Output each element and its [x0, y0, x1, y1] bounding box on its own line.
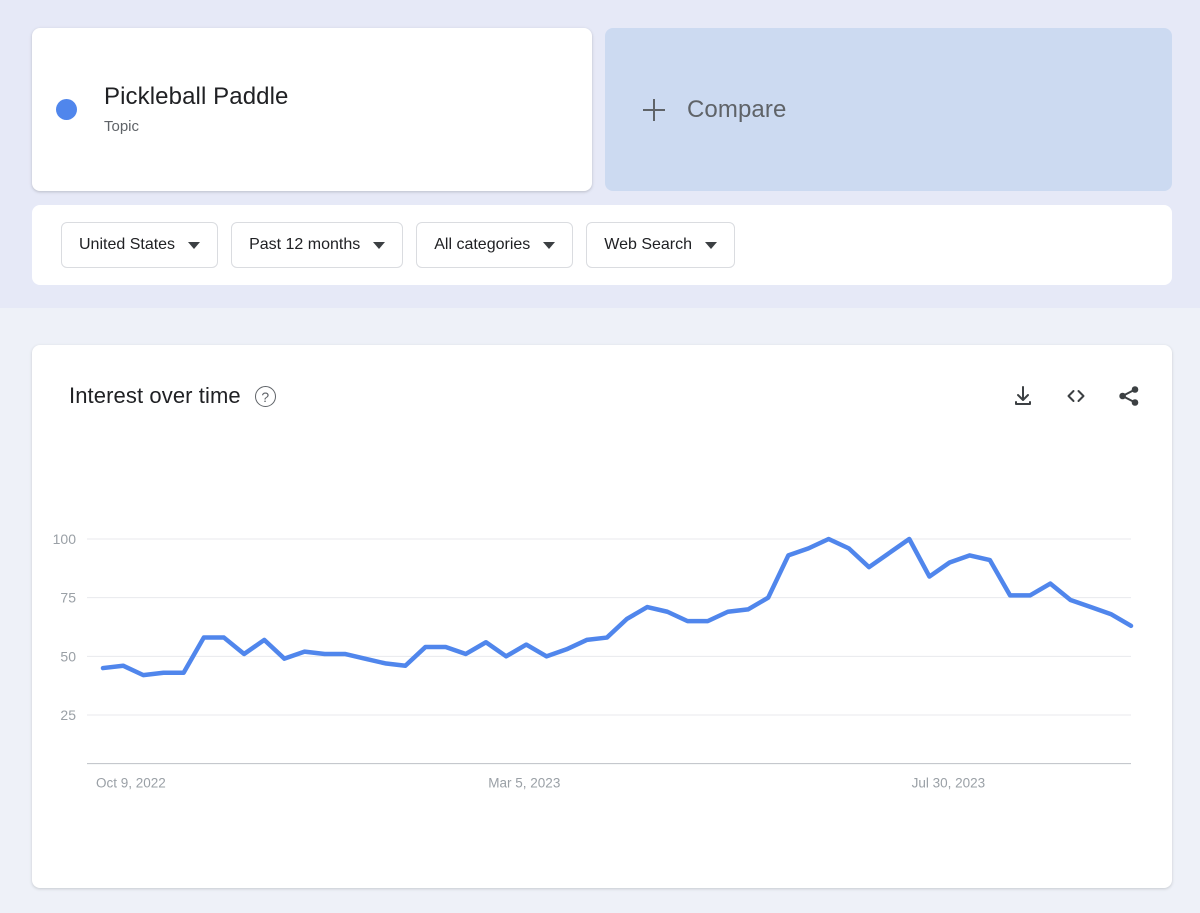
filter-search-type[interactable]: Web Search: [586, 222, 735, 268]
compare-label: Compare: [687, 96, 786, 124]
filter-time-range-label: Past 12 months: [249, 236, 360, 254]
compare-button[interactable]: Compare: [605, 28, 1172, 191]
interest-over-time-card: Interest over time ?: [32, 345, 1172, 888]
y-axis-tick-label: 25: [60, 707, 76, 723]
filter-category[interactable]: All categories: [416, 222, 573, 268]
chevron-down-icon: [705, 242, 717, 249]
x-axis-tick-label: Oct 9, 2022: [96, 776, 166, 791]
chevron-down-icon: [543, 242, 555, 249]
y-axis-tick-label: 50: [60, 648, 76, 664]
search-term-subtitle: Topic: [104, 116, 288, 138]
filter-time-range[interactable]: Past 12 months: [231, 222, 403, 268]
search-terms-row: Pickleball Paddle Topic Compare: [32, 28, 1172, 191]
filter-category-label: All categories: [434, 236, 530, 254]
series-dot: [56, 99, 77, 120]
filter-location[interactable]: United States: [61, 222, 218, 268]
y-axis-tick-label: 100: [53, 531, 77, 547]
y-axis-tick-label: 75: [60, 590, 76, 606]
plus-icon: [643, 99, 665, 121]
search-term-title: Pickleball Paddle: [104, 82, 288, 112]
series-line: [103, 539, 1131, 675]
search-term-text: Pickleball Paddle Topic: [104, 82, 288, 138]
chevron-down-icon: [188, 242, 200, 249]
filter-location-label: United States: [79, 236, 175, 254]
chevron-down-icon: [373, 242, 385, 249]
interest-over-time-chart[interactable]: 25 50 75 100 Oct 9, 2022 Mar 5, 2023 Jul 30, 2…: [32, 345, 1172, 888]
search-term-card[interactable]: Pickleball Paddle Topic: [32, 28, 592, 191]
filter-search-type-label: Web Search: [604, 236, 692, 254]
x-axis-tick-label: Mar 5, 2023: [488, 776, 560, 791]
filter-bar: United States Past 12 months All categor…: [32, 205, 1172, 285]
x-axis-tick-label: Jul 30, 2023: [912, 776, 986, 791]
